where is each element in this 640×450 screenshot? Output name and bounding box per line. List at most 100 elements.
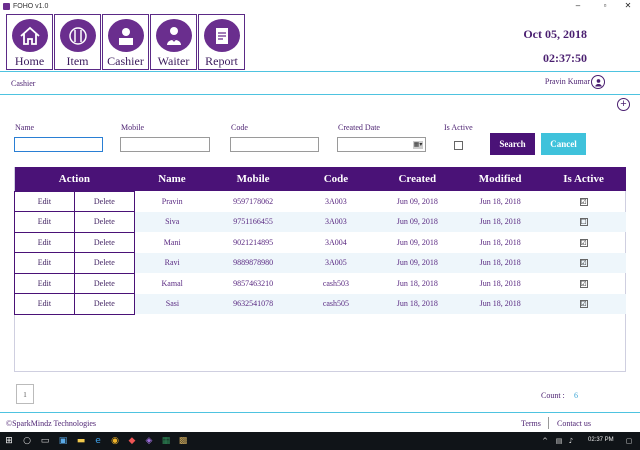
- code-filter-input[interactable]: [230, 137, 319, 152]
- header-divider: [0, 71, 640, 72]
- table-row: Edit Delete Siva 9751166455 3A003 Jun 09…: [14, 211, 626, 233]
- table-row: Edit Delete Sasi 9632541078 cash505 Jun …: [14, 293, 626, 315]
- cell-code: 3A003: [325, 196, 347, 206]
- calendar-dropdown-icon[interactable]: ▦▾: [413, 141, 423, 149]
- edit-button[interactable]: Edit: [14, 190, 75, 212]
- cancel-button[interactable]: Cancel: [541, 133, 586, 155]
- cell-name: Siva: [134, 211, 211, 232]
- col-modified: Modified: [458, 167, 542, 191]
- cashier-icon: [107, 19, 144, 52]
- close-button[interactable]: ✕: [618, 1, 638, 10]
- footer-separator: [548, 417, 549, 429]
- is-active-checkbox[interactable]: ☑: [579, 300, 588, 309]
- cashier-table: Action Name Mobile Code Created Modified…: [14, 167, 626, 315]
- col-action: Action: [14, 167, 135, 191]
- is-active-checkbox[interactable]: ☑: [579, 197, 588, 206]
- terms-link[interactable]: Terms: [521, 419, 541, 428]
- excel-icon[interactable]: ▦: [161, 435, 171, 447]
- copyright-text: ©SparkMindz Technologies: [6, 419, 97, 428]
- maximize-button[interactable]: ▫: [595, 1, 615, 10]
- is-active-checkbox[interactable]: ☑: [579, 238, 588, 247]
- waiter-icon: [155, 19, 192, 52]
- search-icon[interactable]: ○: [22, 435, 32, 447]
- app-icon-red[interactable]: ◆: [127, 435, 137, 447]
- is-active-checkbox[interactable]: ☑: [579, 279, 588, 288]
- cell-is-active: ☑: [541, 293, 626, 314]
- col-is-active: Is Active: [541, 167, 626, 191]
- network-icon[interactable]: ▤: [554, 435, 564, 447]
- notification-icon[interactable]: ▢: [624, 435, 634, 447]
- chrome-icon[interactable]: ◉: [110, 435, 120, 447]
- cell-is-active: ☐: [541, 211, 626, 232]
- header-date: Oct 05, 2018: [523, 27, 587, 41]
- cell-modified: Jun 18, 2018: [479, 278, 521, 288]
- page-1-button[interactable]: 1: [16, 384, 34, 404]
- created-date-picker[interactable]: ▦▾: [337, 137, 426, 152]
- tray-chevron-icon[interactable]: ^: [540, 435, 550, 447]
- app-icon: [3, 3, 10, 10]
- edit-button[interactable]: Edit: [14, 293, 75, 315]
- volume-icon[interactable]: ♪: [566, 435, 576, 447]
- subheader-divider: [0, 94, 640, 95]
- is-active-checkbox[interactable]: ☑: [579, 259, 588, 268]
- col-created: Created: [375, 167, 459, 191]
- cell-modified: Jun 18, 2018: [479, 237, 521, 247]
- cell-code: 3A003: [296, 211, 376, 232]
- delete-button[interactable]: Delete: [73, 272, 135, 294]
- edit-button[interactable]: Edit: [14, 211, 75, 233]
- cell-modified: Jun 18, 2018: [458, 293, 542, 314]
- cutlery-icon: [59, 19, 96, 52]
- cell-code: 3A005: [296, 252, 376, 273]
- cell-modified: Jun 18, 2018: [458, 252, 542, 273]
- is-active-filter-checkbox[interactable]: [454, 141, 463, 150]
- nav-waiter-label: Waiter: [157, 54, 190, 68]
- delete-button[interactable]: Delete: [73, 231, 135, 253]
- cell-is-active: ☑: [542, 273, 626, 294]
- store-icon[interactable]: ▣: [58, 435, 68, 447]
- edge-icon[interactable]: e: [93, 435, 103, 447]
- nav-cashier-label: Cashier: [107, 54, 144, 68]
- delete-button[interactable]: Delete: [73, 252, 135, 274]
- breadcrumb: Cashier: [11, 79, 36, 88]
- task-view-icon[interactable]: ▭: [40, 435, 50, 447]
- main-nav: Home Item Cashier Waiter Report: [6, 14, 245, 70]
- name-filter-input[interactable]: [14, 137, 103, 152]
- cell-mobile: 9751166455: [210, 211, 296, 232]
- edit-button[interactable]: Edit: [14, 231, 75, 253]
- home-icon: [11, 19, 48, 52]
- app-icon-yellow[interactable]: ▩: [178, 435, 188, 447]
- cell-name: Kamal: [161, 278, 183, 288]
- edit-button[interactable]: Edit: [14, 252, 75, 274]
- nav-home-button[interactable]: Home: [6, 14, 53, 70]
- code-filter-label: Code: [231, 123, 248, 132]
- nav-cashier-button[interactable]: Cashier: [102, 14, 149, 70]
- is-active-checkbox[interactable]: ☐: [579, 218, 588, 227]
- delete-button[interactable]: Delete: [73, 211, 135, 233]
- user-avatar-icon[interactable]: [591, 75, 605, 89]
- nav-item-button[interactable]: Item: [54, 14, 101, 70]
- cell-is-active: ☑: [542, 191, 626, 212]
- nav-home-label: Home: [14, 54, 45, 68]
- delete-button[interactable]: Delete: [73, 293, 135, 315]
- add-cashier-button[interactable]: +: [617, 98, 630, 111]
- cell-modified: Jun 18, 2018: [458, 211, 542, 232]
- start-icon[interactable]: ⊞: [4, 435, 14, 447]
- delete-button[interactable]: Delete: [73, 190, 135, 212]
- col-name: Name: [134, 167, 211, 191]
- mobile-filter-input[interactable]: [120, 137, 210, 152]
- edit-button[interactable]: Edit: [14, 272, 75, 294]
- search-button[interactable]: Search: [490, 133, 535, 155]
- table-row: Edit Delete Kamal 9857463210 cash503 Jun…: [14, 272, 626, 294]
- folder-icon[interactable]: ▬: [76, 435, 86, 447]
- nav-report-button[interactable]: Report: [198, 14, 245, 70]
- header-time: 02:37:50: [543, 51, 587, 65]
- contact-link[interactable]: Contact us: [557, 419, 591, 428]
- table-row: Edit Delete Mani 9021214895 3A004 Jun 09…: [14, 231, 626, 253]
- taskbar-clock[interactable]: 02:37 PM: [588, 437, 614, 443]
- minimize-button[interactable]: –: [568, 1, 588, 10]
- visual-studio-icon[interactable]: ◈: [144, 435, 154, 447]
- window-titlebar: FOHO v1.0 – ▫ ✕: [0, 0, 640, 13]
- nav-waiter-button[interactable]: Waiter: [150, 14, 197, 70]
- cell-created: Jun 09, 2018: [396, 237, 438, 247]
- cell-code: 3A004: [325, 237, 347, 247]
